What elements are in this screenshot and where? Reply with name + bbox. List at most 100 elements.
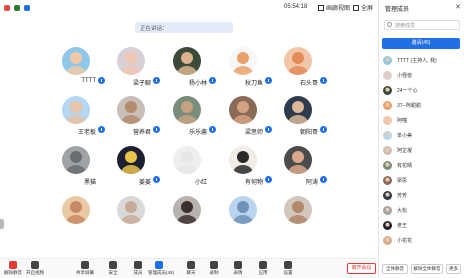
participant-tile[interactable]: 姜姜 <box>101 146 161 192</box>
toolbar-label: 聊天 <box>186 270 196 275</box>
avatar <box>284 196 312 224</box>
toolbar-label: 开启视频 <box>26 270 44 275</box>
toolbar-button[interactable]: 安全 <box>102 261 124 278</box>
participant-list-item[interactable]: 小花花 <box>378 234 464 248</box>
avatar <box>62 96 90 124</box>
avatar <box>173 47 201 75</box>
more-button[interactable]: 更多 <box>446 264 461 274</box>
toolbar-button[interactable]: 共享屏幕 <box>74 261 96 278</box>
toolbar-button[interactable]: 表情 <box>227 261 249 278</box>
unmute-all-button[interactable]: 解除全体静音 <box>411 264 443 274</box>
toolbar-label: 成员 <box>133 270 143 275</box>
invite-button[interactable]: 邀请(45) <box>382 38 460 49</box>
avatar <box>229 47 257 75</box>
member-name: TTTT (主持人, 我) <box>397 58 437 64</box>
leave-meeting-button[interactable]: 离开会议 <box>347 263 376 274</box>
meeting-timer: 05:54:18 <box>284 4 308 10</box>
member-avatar <box>383 146 392 155</box>
participant-name: 有何物 <box>244 180 263 186</box>
participant-tile[interactable] <box>101 196 161 242</box>
participant-tile[interactable]: 杨小林 <box>157 47 217 93</box>
participant-list-item[interactable]: 小怪兽 <box>378 69 464 83</box>
participant-tile[interactable]: 秋刀鱼 <box>213 47 273 93</box>
participant-tile[interactable]: 梁思师 <box>213 96 273 142</box>
participant-tile[interactable]: 阿涛 <box>268 146 328 192</box>
toolbar-button[interactable]: 设置 <box>277 261 299 278</box>
participant-tile[interactable] <box>268 196 328 242</box>
participant-list-item[interactable]: 24一个心 <box>378 84 464 98</box>
side-collapse-handle[interactable] <box>0 219 4 229</box>
record-icon[interactable] <box>4 5 10 11</box>
participant-tile[interactable]: 王老板 <box>46 96 106 142</box>
toolbar-button[interactable]: 解除静音 <box>2 261 24 278</box>
toolbar-button[interactable]: 应用 <box>252 261 274 278</box>
participant-name: 王老板 <box>77 130 96 136</box>
participant-tile[interactable]: 乐乐酱 <box>157 96 217 142</box>
participant-list-item[interactable]: 大松 <box>378 204 464 218</box>
participant-tile[interactable]: 石头哥 <box>268 47 328 93</box>
member-name: 37--阿甜甜 <box>397 103 421 109</box>
toolbar-button[interactable]: 管理成员(45) <box>148 261 174 278</box>
avatar <box>117 96 145 124</box>
participant-list-item[interactable]: 单小美 <box>378 129 464 143</box>
participant-list-item[interactable]: 37--阿甜甜 <box>378 99 464 113</box>
participant-tile[interactable]: 小红 <box>157 146 217 192</box>
toolbar-icon <box>284 261 292 269</box>
toolbar-label: 共享屏幕 <box>76 270 94 275</box>
member-avatar <box>383 161 392 170</box>
participant-list-item[interactable]: 阿喵 <box>378 114 464 128</box>
mute-all-button[interactable]: 全体静音 <box>382 264 408 274</box>
participant-name: 小红 <box>194 180 207 186</box>
shield-icon[interactable] <box>14 5 20 11</box>
toolbar-button[interactable]: 聊天 <box>180 261 202 278</box>
toolbar-button[interactable]: 开启视频 <box>24 261 46 278</box>
toolbar-button[interactable]: 录制 <box>203 261 225 278</box>
avatar <box>173 146 201 174</box>
participant-tile[interactable]: 黑猫 <box>46 146 106 192</box>
participant-list-item[interactable]: 梁思 <box>378 174 464 188</box>
participant-tile[interactable] <box>46 196 106 242</box>
mic-icon <box>320 176 327 183</box>
participant-list-item[interactable]: 芳芳 <box>378 189 464 203</box>
participant-tile[interactable] <box>213 196 273 242</box>
avatar <box>62 146 90 174</box>
member-avatar <box>383 206 392 215</box>
participant-name: 姜姜 <box>138 180 151 186</box>
participant-list-item[interactable]: 老王 <box>378 219 464 233</box>
participant-list-item[interactable]: TTTT (主持人, 我) <box>378 54 464 68</box>
toolbar-icon <box>81 261 89 269</box>
participant-tile[interactable]: TTTT <box>46 47 106 93</box>
participant-name: 梁子聊 <box>132 81 151 87</box>
active-speaker-banner: 正在讲话： <box>135 22 233 33</box>
participant-tile[interactable]: 朝阳哥 <box>268 96 328 142</box>
search-input[interactable]: 搜索成员 <box>384 20 460 30</box>
fullscreen-button[interactable]: 全屏 <box>353 3 373 12</box>
participant-list-item[interactable]: 有花晴 <box>378 159 464 173</box>
meeting-main-area: 05:54:18 画廊视图 全屏 正在讲话： TTTT 梁子聊 杨小林 秋刀鱼 石头哥王… <box>0 0 378 278</box>
participant-tile[interactable]: 有何物 <box>213 146 273 192</box>
panel-title: 管理成员 <box>385 7 410 13</box>
view-toggle-button[interactable]: 画廊视图 <box>318 3 350 12</box>
avatar <box>284 146 312 174</box>
member-name: 有花晴 <box>397 163 413 169</box>
member-avatar <box>383 131 392 140</box>
member-name: 梁思 <box>397 178 408 184</box>
participant-tile[interactable]: 营养君 <box>101 96 161 142</box>
avatar <box>284 47 312 75</box>
signal-icon[interactable] <box>24 5 30 11</box>
participant-tile[interactable] <box>157 196 217 242</box>
avatar <box>62 196 90 224</box>
close-icon[interactable]: ✕ <box>455 3 461 11</box>
toolbar-icon <box>9 261 17 269</box>
avatar <box>229 196 257 224</box>
participant-list-item[interactable]: 阿芷凝 <box>378 144 464 158</box>
view-label: 画廊视图 <box>326 6 351 12</box>
participant-name: 黑猫 <box>83 180 96 186</box>
member-name: 老王 <box>397 223 408 229</box>
toolbar-label: 应用 <box>258 270 268 275</box>
participant-tile[interactable]: 梁子聊 <box>101 47 161 93</box>
toolbar-icon <box>109 261 117 269</box>
toolbar-label: 安全 <box>108 270 118 275</box>
toolbar-label: 设置 <box>283 270 293 275</box>
toolbar-button[interactable]: 成员 <box>127 261 149 278</box>
